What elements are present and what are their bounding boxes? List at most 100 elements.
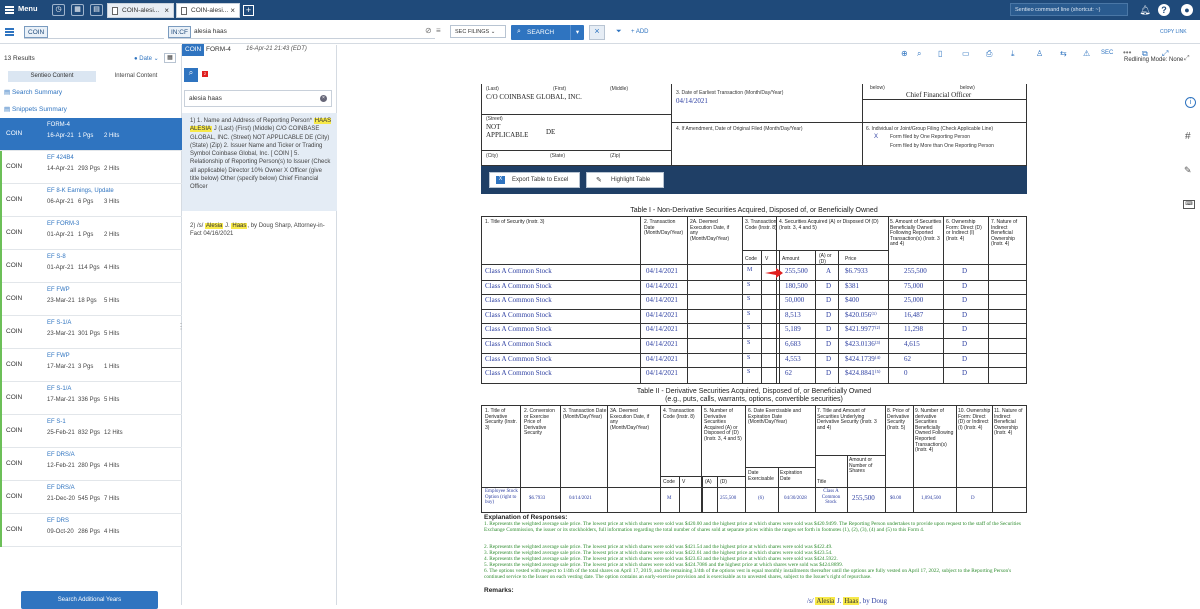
- t2-h4: 4. Transaction Code (Instr. 8): [663, 408, 695, 420]
- search-button[interactable]: ⌕ SEARCH ▾: [511, 25, 584, 40]
- label-zip: (Zip): [610, 153, 621, 159]
- close-icon[interactable]: ×: [320, 95, 327, 102]
- download-icon[interactable]: ⤓: [1011, 49, 1015, 59]
- result-row[interactable]: COIN FORM-4 16-Apr-21 1 Pgs 2 Hits: [0, 118, 182, 151]
- more-icon[interactable]: •••: [1123, 48, 1131, 57]
- layout-icon[interactable]: ▤: [90, 4, 103, 16]
- ticker-input[interactable]: [24, 26, 164, 39]
- result-row[interactable]: COIN EF FWP 23-Mar-21 18 Pgs 5 Hits: [0, 283, 182, 316]
- filter-icon[interactable]: ⏷: [616, 28, 622, 36]
- t1-cell-ad: D: [826, 369, 832, 378]
- result-row[interactable]: COIN EF 424B4 14-Apr-21 293 Pgs 2 Hits: [0, 151, 182, 184]
- snippet-search-icon[interactable]: ⌕: [184, 68, 198, 82]
- grid-line: [815, 250, 816, 384]
- bookmark-icon[interactable]: ▭: [962, 49, 970, 58]
- row-indicator: [0, 514, 2, 547]
- info-icon[interactable]: i: [1185, 97, 1196, 108]
- zoom-in-icon[interactable]: ⊕: [901, 49, 908, 58]
- command-line-input[interactable]: Sentieo command line (shortcut: ~): [1010, 3, 1128, 16]
- t2-h8: 8. Price of Derivative Security (Instr. …: [887, 408, 910, 431]
- grid-icon[interactable]: ▦: [164, 53, 176, 63]
- result-row[interactable]: COIN EF FORM-3 01-Apr-21 1 Pgs 2 Hits: [0, 217, 182, 250]
- close-doc-icon[interactable]: ⤢: [1184, 55, 1190, 63]
- pen-icon[interactable]: ✎: [1184, 165, 1192, 176]
- t2-sub-d: (D): [720, 479, 727, 485]
- user-icon[interactable]: ●: [1181, 4, 1193, 16]
- print-icon[interactable]: ⎙: [986, 49, 992, 59]
- search-input[interactable]: [168, 26, 435, 39]
- t1-cell-date: 04/14/2021: [646, 267, 678, 275]
- t1-cell-code: S: [747, 369, 751, 376]
- grid-line: [717, 476, 718, 513]
- search-summary-link[interactable]: ▤ Search Summary: [4, 88, 62, 96]
- close-icon[interactable]: ×: [164, 6, 169, 15]
- t1-cell-date: 04/14/2021: [646, 281, 678, 290]
- sec-link[interactable]: SEC: [1101, 50, 1113, 56]
- list-icon[interactable]: [5, 28, 14, 30]
- help-icon[interactable]: ?: [1158, 4, 1170, 16]
- t1-h2: 2. Transaction Date (Month/Day/Year): [644, 219, 683, 237]
- result-row[interactable]: COIN EF 8-K Earnings, Update 06-Apr-21 6 Pg…: [0, 184, 182, 217]
- t2-row-de: (6): [758, 496, 764, 501]
- grid-icon[interactable]: ▦: [71, 4, 84, 16]
- page-icon[interactable]: ▯: [938, 49, 942, 58]
- new-tab-button[interactable]: +: [243, 5, 254, 16]
- user-icon[interactable]: ♙: [1036, 49, 1043, 58]
- result-row[interactable]: COIN EF S-1 25-Feb-21 832 Pgs 12 Hits: [0, 415, 182, 448]
- clear-icon[interactable]: ⊘: [425, 26, 432, 35]
- menu-button[interactable]: Menu: [0, 0, 46, 20]
- search-additional-years-button[interactable]: Search Additional Years: [21, 591, 158, 609]
- search-doc-icon[interactable]: ⌕: [917, 49, 921, 59]
- t1-cell-title: Class A Common Stock: [485, 325, 552, 334]
- copy-link-button[interactable]: COPY LINK: [1160, 29, 1187, 35]
- t1-sub-code: Code: [745, 256, 757, 262]
- warning-icon[interactable]: ⚠: [1083, 49, 1090, 58]
- result-row[interactable]: COIN EF DRS/A 12-Feb-21 280 Pgs 4 Hits: [0, 448, 182, 481]
- row-hits: 4 Hits: [104, 529, 120, 535]
- close-icon[interactable]: ×: [230, 6, 235, 15]
- menu-icon: [5, 6, 14, 8]
- t1-cell-price: $423.0136⁽³⁾: [845, 340, 881, 348]
- add-button[interactable]: + ADD: [631, 29, 649, 35]
- t1-cell-ad: D: [826, 281, 832, 290]
- row-indicator: [0, 349, 2, 382]
- hashtag-icon[interactable]: #: [1185, 131, 1191, 142]
- t1-cell-ad: D: [826, 325, 832, 334]
- highlight-table-button[interactable]: ✎ Highlight Table: [586, 172, 664, 188]
- clock-icon[interactable]: ◷: [52, 4, 65, 16]
- row-date: 23-Mar-21: [47, 298, 75, 304]
- settings-icon[interactable]: ≡: [436, 26, 441, 35]
- snippet-search-input[interactable]: alesia haas: [184, 90, 332, 107]
- redlining-mode[interactable]: Redlining Mode: None: [1124, 57, 1183, 63]
- result-row[interactable]: COIN EF S-1/A 23-Mar-21 301 Pgs 5 Hits: [0, 316, 182, 349]
- result-row[interactable]: COIN EF FWP 17-Mar-21 3 Pgs 1 Hits: [0, 349, 182, 382]
- t1-cell-date: 04/14/2021: [646, 354, 678, 363]
- result-row[interactable]: COIN EF S-1/A 17-Mar-21 336 Pgs 5 Hits: [0, 382, 182, 415]
- grid-line: [481, 279, 1027, 281]
- keyboard-icon[interactable]: ⌨: [1183, 200, 1195, 209]
- result-row[interactable]: COIN EF DRS 09-Oct-20 286 Pgs 4 Hits: [0, 514, 182, 547]
- tab-sentieo-content[interactable]: Sentieo Content: [8, 71, 96, 82]
- explanation-heading: Explanation of Responses:: [484, 514, 568, 521]
- highlight: Haas: [231, 223, 248, 229]
- sort-dropdown[interactable]: ● Date ⌄: [134, 55, 159, 62]
- grid-line: [481, 487, 1027, 488]
- tab-internal-content[interactable]: Internal Content: [96, 71, 176, 82]
- sec-filings-dropdown[interactable]: SEC FILINGS ⌄: [450, 25, 506, 38]
- translate-icon[interactable]: ⇆: [1060, 49, 1067, 58]
- result-row[interactable]: COIN EF S-8 01-Apr-21 114 Pgs 4 Hits: [0, 250, 182, 283]
- bell-icon[interactable]: 🔔︎: [1139, 4, 1151, 16]
- result-row[interactable]: COIN EF DRS/A 21-Dec-20 545 Pgs 7 Hits: [0, 481, 182, 514]
- tab-coin-2[interactable]: COIN-alesi... ×: [176, 3, 240, 18]
- drag-handle[interactable]: ⋮: [177, 322, 185, 331]
- snippet-1[interactable]: 1) 1. Name and Address of Reporting Pers…: [182, 113, 337, 211]
- t1-cell-form: D: [962, 281, 968, 290]
- tab-coin-1[interactable]: COIN-alesi... ×: [107, 3, 174, 18]
- snippets-summary-link[interactable]: ▤ Snippets Summary: [4, 105, 67, 113]
- export-excel-button[interactable]: X Export Table to Excel: [489, 172, 580, 188]
- clear-search-icon[interactable]: ×: [589, 25, 605, 40]
- t2-row-owned: 1,094,500: [921, 496, 941, 501]
- t1-sub-v: V: [765, 256, 769, 262]
- chevron-down-icon[interactable]: ▾: [570, 25, 584, 40]
- snippet-2[interactable]: 2) /s/ Alesia J. Haas, by Doug Sharp, At…: [190, 222, 332, 239]
